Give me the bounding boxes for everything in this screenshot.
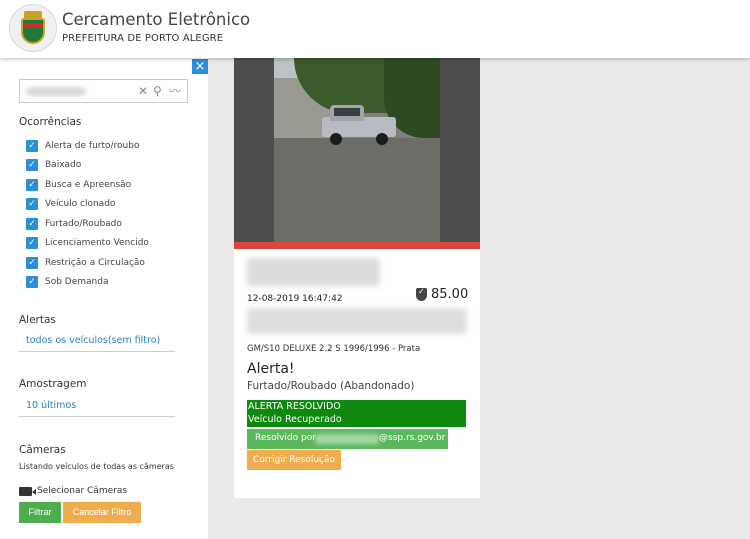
confidence-score: 85.00 (416, 287, 468, 302)
vehicle-photo-frame (234, 58, 480, 242)
checkbox-checked-icon[interactable]: ✓ (26, 179, 38, 191)
close-sidebar-button[interactable]: × (192, 59, 208, 74)
alert-status-bar (234, 242, 480, 249)
search-icon[interactable]: ⚲ (153, 83, 162, 99)
location-redacted (247, 308, 467, 334)
alertas-divider (19, 351, 175, 352)
cameras-title: Câmeras (19, 444, 66, 456)
fix-resolution-button[interactable]: Corrigir Resolução (247, 450, 341, 470)
checkbox-furtado-roubado[interactable]: ✓ Furtado/Roubado (26, 217, 122, 231)
amostragem-selector[interactable]: 10 últimos (26, 400, 76, 411)
resolution-status-title: ALERTA RESOLVIDO (248, 401, 341, 412)
checkbox-checked-icon[interactable]: ✓ (26, 218, 38, 230)
checkbox-busca-apreensao[interactable]: ✓ Busca e Apreensão (26, 178, 131, 192)
amostragem-divider (19, 416, 175, 417)
pickup-truck-image (322, 103, 396, 145)
checkbox-licenciamento-vencido[interactable]: ✓ Licenciamento Vencido (26, 236, 149, 250)
video-camera-icon (19, 486, 36, 496)
app-header: Cercamento Eletrônico PREFEITURA DE PORT… (0, 0, 750, 58)
vehicle-photo[interactable] (274, 58, 440, 242)
checkbox-alerta-furto-roubo[interactable]: ✓ Alerta de furto/roubo (26, 139, 139, 153)
app-title: Cercamento Eletrônico (62, 10, 251, 29)
checkbox-baixado[interactable]: ✓ Baixado (26, 158, 81, 172)
ocorrencias-title: Ocorrências (19, 116, 82, 128)
shield-check-icon (416, 287, 427, 301)
search-input[interactable] (24, 82, 134, 100)
resolution-status-detail: Veículo Recuperado (248, 414, 342, 425)
coat-of-arms-icon (18, 11, 48, 45)
app-subtitle: PREFEITURA DE PORTO ALEGRE (62, 33, 224, 44)
amostragem-title: Amostragem (19, 378, 87, 390)
alert-type: Furtado/Roubado (Abandonado) (247, 380, 415, 392)
filter-sidebar: × ✕ ⚲ 〰 Ocorrências ✓ Alerta de furto/ro… (0, 58, 208, 539)
capture-datetime: 12-08-2019 16:47:42 (247, 294, 343, 304)
alert-title: Alerta! (247, 361, 295, 377)
resolver-email-redacted (315, 434, 379, 444)
resolution-status-box: ALERTA RESOLVIDO Veículo Recuperado (247, 400, 466, 427)
checkbox-checked-icon[interactable]: ✓ (26, 198, 38, 210)
vehicle-card: 12-08-2019 16:47:42 85.00 GM/S10 DELUXE … (234, 58, 480, 498)
checkbox-sob-demanda[interactable]: ✓ Sob Demanda (26, 275, 108, 289)
checkbox-veiculo-clonado[interactable]: ✓ Veículo clonado (26, 197, 115, 211)
vehicle-description: GM/S10 DELUXE 2.2 S 1996/1996 - Prata (247, 344, 421, 354)
checkbox-checked-icon[interactable]: ✓ (26, 257, 38, 269)
alertas-title: Alertas (19, 314, 56, 326)
city-logo (9, 4, 57, 52)
cancel-filter-button[interactable]: Cancelar Filtro (63, 502, 141, 523)
filter-button[interactable]: Filtrar (19, 502, 61, 523)
chart-line-icon[interactable]: 〰 (169, 83, 181, 99)
checkbox-checked-icon[interactable]: ✓ (26, 159, 38, 171)
search-box: ✕ ⚲ 〰 (19, 79, 188, 103)
checkbox-checked-icon[interactable]: ✓ (26, 140, 38, 152)
plate-redacted (247, 258, 380, 286)
clear-icon[interactable]: ✕ (138, 83, 148, 99)
checkbox-checked-icon[interactable]: ✓ (26, 237, 38, 249)
cameras-description: Listando veículos de todas as câmeras (19, 462, 174, 471)
resolved-by-button[interactable]: Resolvido por @ssp.rs.gov.br (247, 429, 448, 449)
select-cameras-link[interactable]: Selecionar Câmeras (19, 486, 127, 496)
checkbox-checked-icon[interactable]: ✓ (26, 276, 38, 288)
alertas-selector[interactable]: todos os veículos(sem filtro) (26, 335, 160, 346)
checkbox-restricao-circulacao[interactable]: ✓ Restrição a Circulação (26, 256, 145, 270)
